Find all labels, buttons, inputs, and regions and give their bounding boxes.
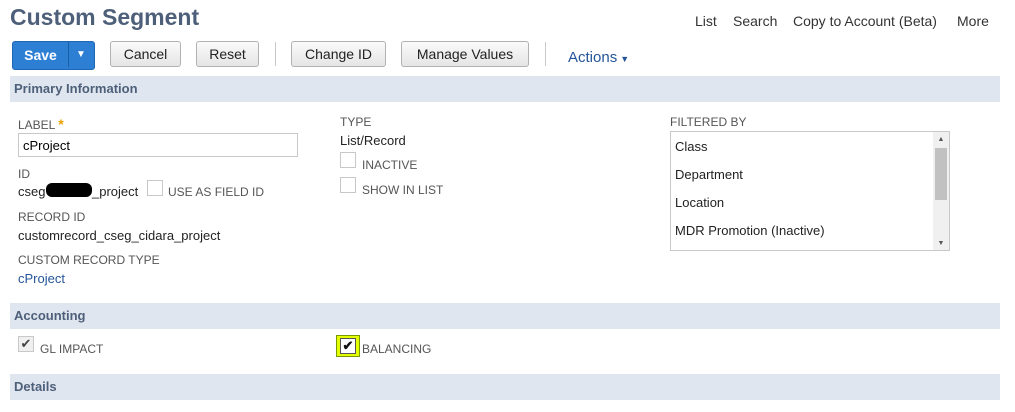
listbox-option[interactable]: Department [675,167,743,182]
label-input[interactable] [18,133,298,157]
scroll-down-arrow-icon[interactable]: ▼ [933,236,949,250]
filtered-by-label: FILTERED BY [670,115,747,129]
listbox-option[interactable]: Location [675,195,724,210]
section-details[interactable]: Details [10,374,1000,400]
section-accounting[interactable]: Accounting [10,303,1000,329]
section-primary-information[interactable]: Primary Information [10,76,1000,102]
toolbar-divider [545,42,546,66]
actions-menu[interactable]: Actions ▼ [568,49,629,66]
id-prefix: cseg [18,184,46,199]
custom-record-type-label: CUSTOM RECORD TYPE [18,253,160,267]
label-field-label: LABEL * [18,116,64,132]
nav-search-link[interactable]: Search [733,13,777,29]
nav-more-link[interactable]: More [957,13,989,29]
nav-copy-to-account-link[interactable]: Copy to Account (Beta) [793,13,937,29]
required-marker: * [58,116,64,132]
save-button[interactable]: Save [13,42,68,67]
filtered-by-listbox[interactable]: Class Department Location MDR Promotion … [670,131,950,251]
show-in-list-label: SHOW IN LIST [362,183,444,197]
show-in-list-checkbox[interactable] [340,177,356,193]
use-as-field-id-label: USE AS FIELD ID [168,185,265,199]
manage-values-button[interactable]: Manage Values [401,41,529,67]
listbox-option[interactable]: MDR Promotion (Inactive) [675,223,825,238]
id-field-label: ID [18,167,30,181]
actions-label: Actions [568,49,618,66]
record-id-label: RECORD ID [18,210,86,224]
save-button-group: Save ▼ [12,41,95,70]
cancel-button[interactable]: Cancel [110,41,181,67]
gl-impact-checkbox[interactable]: ✔ [18,336,34,352]
balancing-checkbox[interactable]: ✔ [340,338,356,354]
balancing-checkbox-highlight: ✔ [336,335,360,357]
scrollbar-thumb[interactable] [935,148,947,200]
nav-list-link[interactable]: List [695,13,717,29]
listbox-option[interactable]: Class [675,139,708,154]
page-title: Custom Segment [10,4,200,30]
id-suffix: _project [92,184,139,199]
record-id-value: customrecord_cseg_cidara_project [18,228,221,243]
type-label: TYPE [340,115,372,129]
use-as-field-id-checkbox[interactable] [147,180,163,196]
toolbar-divider [275,42,276,66]
inactive-label: INACTIVE [362,158,418,172]
redacted-text [46,183,92,197]
inactive-checkbox[interactable] [340,152,356,168]
save-dropdown-arrow-icon[interactable]: ▼ [69,42,93,67]
custom-record-type-link[interactable]: cProject [18,271,65,286]
reset-button[interactable]: Reset [196,41,259,67]
label-label-text: LABEL [18,118,55,132]
listbox-scrollbar[interactable]: ▲ ▼ [933,132,949,250]
type-value: List/Record [340,133,406,148]
change-id-button[interactable]: Change ID [291,41,386,67]
caret-down-icon: ▼ [620,54,630,64]
gl-impact-label: GL IMPACT [40,342,104,356]
balancing-label: BALANCING [362,342,432,356]
scroll-up-arrow-icon[interactable]: ▲ [933,132,949,146]
